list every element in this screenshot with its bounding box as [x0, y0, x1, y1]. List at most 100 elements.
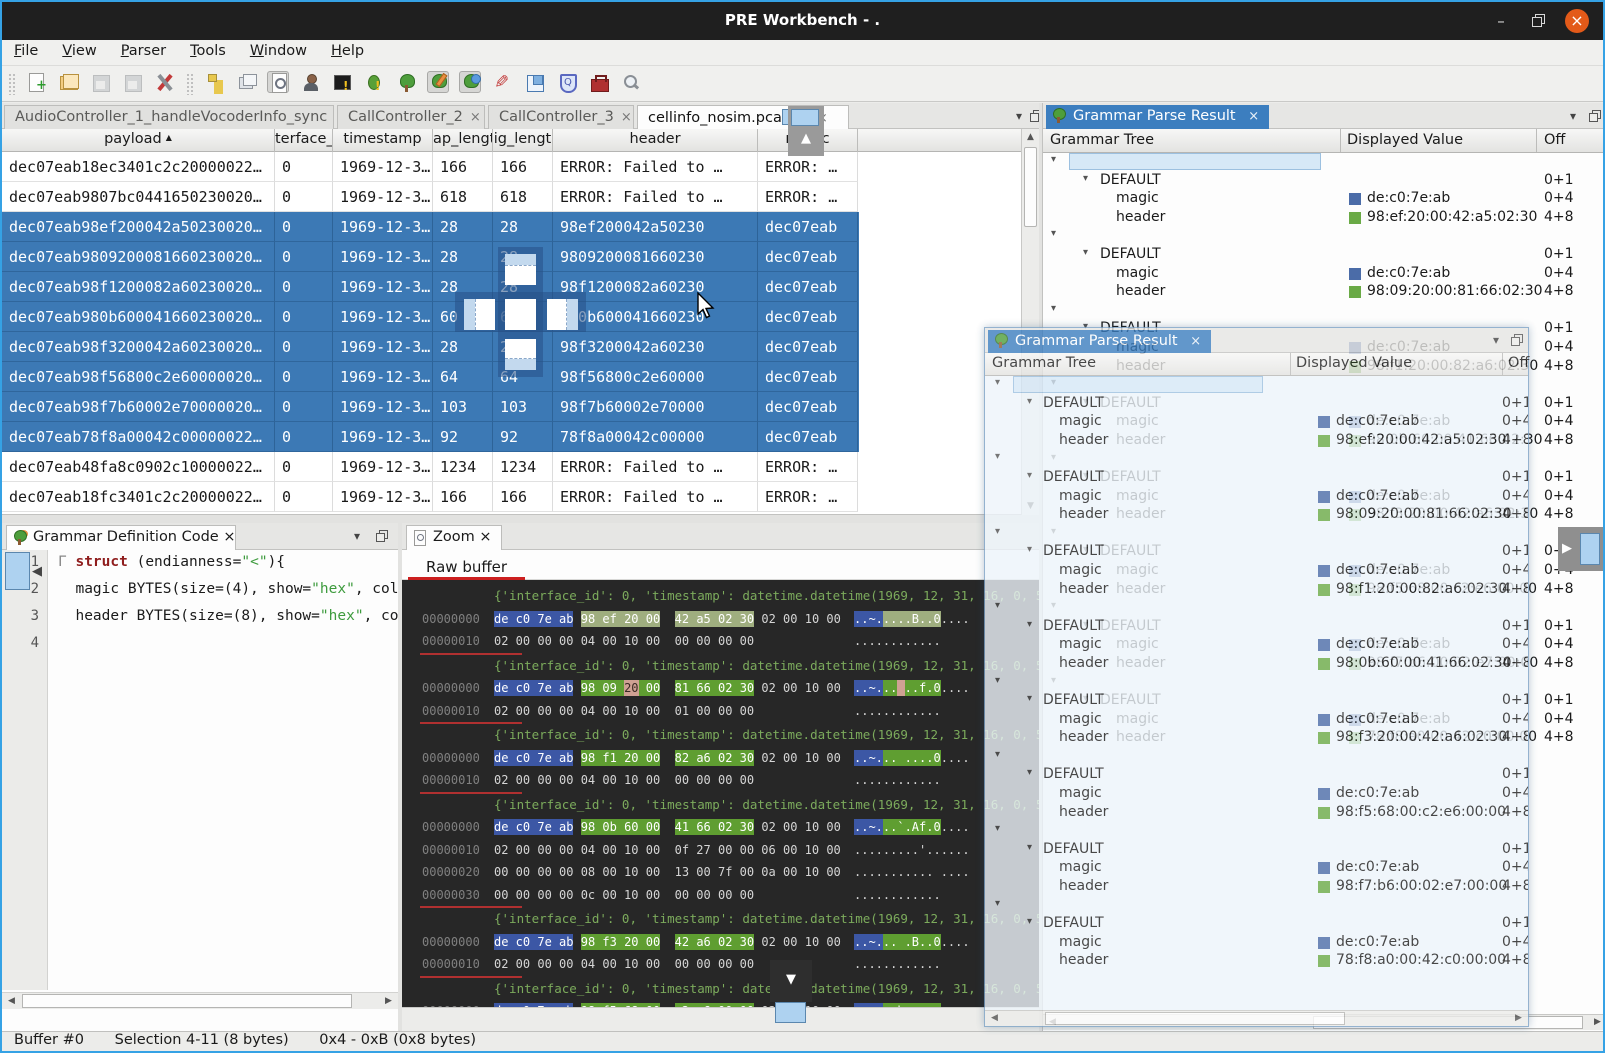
expander-icon[interactable]: ▾	[1051, 154, 1056, 165]
minimize-button[interactable]: –	[1489, 9, 1513, 33]
toolbar-grip[interactable]	[8, 73, 16, 95]
tree-header-row[interactable]: header98:09:20:00:81:66:02:304+8	[1043, 283, 1605, 302]
toolbox-icon[interactable]	[587, 71, 609, 93]
scroll-left-icon[interactable]: ◀	[987, 1011, 1002, 1026]
toolbar-grip[interactable]	[186, 73, 194, 95]
close-tab-icon[interactable]: ×	[1248, 109, 1259, 124]
tree-header-row[interactable]: header98:ef:20:00:42:a5:02:304+8	[985, 432, 1528, 451]
tree-default-row[interactable]: ▾DEFAULT0+1	[1043, 246, 1605, 265]
floating-grammar-parse-tree[interactable]: ▾▾DEFAULT0+1magicde:c0:7e:ab0+4header98:…	[985, 376, 1528, 1010]
tree-default-row[interactable]: ▾DEFAULT0+1	[985, 692, 1528, 711]
dock-target-right[interactable]	[547, 299, 578, 330]
table-row[interactable]: dec07eab9809200081660230020…01969-12-3…2…	[2, 242, 859, 272]
tree-root-row[interactable]: ▾	[985, 822, 1528, 841]
tab-callcontroller-2[interactable]: CallController_2×	[337, 105, 485, 129]
close-tab-icon[interactable]: ×	[470, 110, 481, 125]
panel-detach-button[interactable]	[1511, 334, 1522, 348]
tab-zoom[interactable]: Zoom ×	[406, 525, 502, 550]
column-header-ap-lengt[interactable]: ap_lengt	[433, 129, 493, 152]
expander-icon[interactable]: ▾	[995, 898, 1000, 909]
tree-default-row[interactable]: ▾DEFAULT0+1	[985, 469, 1528, 488]
scroll-right-icon[interactable]: ▶	[1511, 1011, 1526, 1026]
menu-item-view[interactable]: View	[50, 40, 108, 62]
expander-icon[interactable]: ▾	[1027, 544, 1032, 555]
code-editor[interactable]: Γ struct (endianness="<"){ magic BYTES(s…	[48, 550, 398, 990]
tab-list-dropdown[interactable]: ▾	[1016, 109, 1022, 123]
tree-magic-row[interactable]: magicde:c0:7e:ab0+4	[985, 488, 1528, 507]
tree-header-row[interactable]: header98:f1:20:00:82:a6:02:304+8	[985, 581, 1528, 600]
expander-icon[interactable]: ▾	[1027, 693, 1032, 704]
floating-tab-grammar-parse-result[interactable]: Grammar Parse Result ×	[988, 330, 1211, 353]
tab-raw-buffer[interactable]: Raw buffer	[408, 553, 525, 580]
tree-magic-row[interactable]: magicde:c0:7e:ab0+4	[985, 413, 1528, 432]
menu-item-parser[interactable]: Parser	[109, 40, 178, 62]
table-row[interactable]: dec07eab78f8a00042c00000022…01969-12-3…9…	[2, 422, 859, 452]
hex-line[interactable]: 0000001002 00 00 00 04 00 10 00 01 00 00…	[402, 700, 1039, 723]
expander-icon[interactable]: ▾	[1027, 842, 1032, 853]
tree-magic-row[interactable]: magicde:c0:7e:ab0+4	[985, 711, 1528, 730]
expander-icon[interactable]: ▾	[995, 675, 1000, 686]
tree-root-row[interactable]: ▾	[985, 450, 1528, 469]
dock-target-bottom[interactable]	[505, 339, 536, 370]
terminal-warning-icon[interactable]	[331, 71, 353, 93]
tab-audiocontroller-1-handlevocoderinfo-sync[interactable]: AudioController_1_handleVocoderInfo_sync…	[4, 105, 334, 129]
close-tab-icon[interactable]: ×	[1190, 334, 1201, 349]
tools-icon[interactable]	[153, 71, 175, 93]
column-header-ig-lengt[interactable]: ig_lengt	[493, 129, 553, 152]
panel-grid-icon[interactable]	[523, 71, 545, 93]
tab-grammar-definition-code[interactable]: Grammar Definition Code ×	[6, 525, 236, 550]
expander-icon[interactable]: ▾	[995, 526, 1000, 537]
tree-root-row[interactable]: ▾	[1043, 227, 1605, 246]
debug-warning-icon[interactable]	[363, 71, 385, 93]
tree-root-row[interactable]: ▾	[985, 376, 1528, 395]
close-tab-icon[interactable]: ×	[479, 529, 491, 545]
expander-icon[interactable]: ▾	[995, 749, 1000, 760]
menu-item-window[interactable]: Window	[238, 40, 319, 62]
dock-target-left[interactable]	[464, 299, 495, 330]
menu-item-help[interactable]: Help	[319, 40, 376, 62]
tree-default-row[interactable]: ▾DEFAULT0+1	[985, 766, 1528, 785]
hex-line[interactable]: 0000001002 00 00 00 04 00 10 00 00 00 00…	[402, 953, 1039, 976]
tree-magic-row[interactable]: magicde:c0:7e:ab0+4	[985, 636, 1528, 655]
tree-icon[interactable]	[395, 71, 417, 93]
tree-magic-row[interactable]: magicde:c0:7e:ab0+4	[985, 859, 1528, 878]
panel-dropdown[interactable]: ▾	[1493, 333, 1499, 347]
agent-icon[interactable]	[299, 71, 321, 93]
hex-line[interactable]: 0000002000 00 00 00 08 00 10 00 13 00 7f…	[402, 861, 1039, 884]
tree-root-row[interactable]: ▾	[985, 897, 1528, 916]
tab-callcontroller-3[interactable]: CallController_3×	[488, 105, 634, 129]
table-row[interactable]: dec07eab98f7b60002e70000020…01969-12-3…1…	[2, 392, 859, 422]
column-header-header[interactable]: header	[553, 129, 758, 152]
column-header-payload[interactable]: payload▲	[2, 129, 275, 152]
close-button[interactable]: ×	[1565, 9, 1589, 33]
restore-button[interactable]	[1527, 9, 1551, 33]
table-row[interactable]: dec07eab98ef200042a50230020…01969-12-3…2…	[2, 212, 859, 242]
scroll-left-icon[interactable]: ◀	[4, 994, 19, 1009]
table-row[interactable]: dec07eab98f3200042a60230020…01969-12-3…2…	[2, 332, 859, 362]
tree-default-row[interactable]: ▾DEFAULT0+1	[985, 395, 1528, 414]
hex-view[interactable]: {'interface_id': 0, 'timestamp': datetim…	[402, 580, 1039, 1007]
table-row[interactable]: dec07eab9807bc0441650230020…01969-12-3…6…	[2, 182, 859, 212]
expander-icon[interactable]: ▾	[1051, 228, 1056, 239]
table-row[interactable]: dec07eab18ec3401c2c20000022…01969-12-3…1…	[2, 152, 859, 182]
title-bar[interactable]: PRE Workbench - . – ×	[2, 2, 1603, 40]
open-icon[interactable]	[57, 71, 79, 93]
tab-grammar-parse-result[interactable]: Grammar Parse Result ×	[1046, 105, 1269, 129]
hex-line[interactable]: 00000000de c0 7e ab 98 f3 20 00 42 a6 02…	[402, 931, 1039, 954]
table-row[interactable]: dec07eab980b600041660230020…01969-12-3…6…	[2, 302, 859, 332]
tree-header-row[interactable]: header78:f8:a0:00:42:c0:00:004+8	[985, 952, 1528, 971]
menu-item-file[interactable]: File	[2, 40, 50, 62]
tree-root-row[interactable]: ▾	[985, 599, 1528, 618]
hex-line[interactable]: 0000001002 00 00 00 04 00 10 00 00 00 00…	[402, 630, 1039, 653]
tree-magic-row[interactable]: magicde:c0:7e:ab0+4	[985, 562, 1528, 581]
expander-icon[interactable]: ▾	[1083, 173, 1088, 184]
table-row[interactable]: dec07eab98f56800c2e60000020…01969-12-3…6…	[2, 362, 859, 392]
close-tab-icon[interactable]: ×	[223, 529, 235, 545]
hex-line[interactable]: 00000000de c0 7e ab 98 f5 68 00 c2 e6 00…	[402, 1000, 1039, 1007]
column-header-timestamp[interactable]: timestamp	[333, 129, 433, 152]
panel-dropdown[interactable]: ▾	[1570, 109, 1576, 123]
tree-root-row[interactable]: ▾	[1043, 302, 1605, 321]
expander-icon[interactable]: ▾	[995, 600, 1000, 611]
marker-icon[interactable]	[491, 71, 513, 93]
floating-grammar-parse-window[interactable]: Grammar Parse Result × ▾ Grammar Tree Di…	[984, 327, 1529, 1027]
